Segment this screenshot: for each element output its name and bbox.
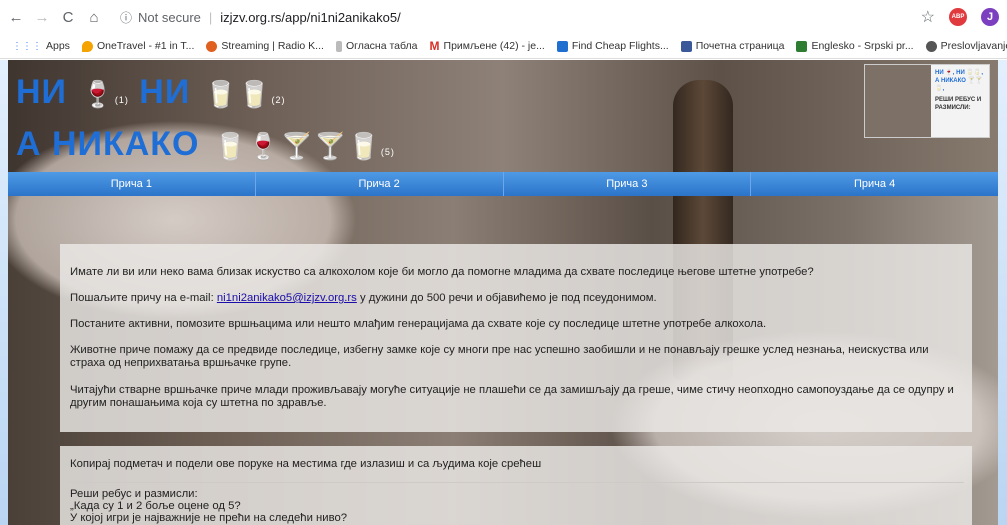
address-separator: | bbox=[208, 9, 213, 25]
bookmark-gmail[interactable]: M Примљене (42) - je... bbox=[430, 39, 545, 53]
bookmarks-bar: ⋮⋮⋮ Apps OneTravel - #1 in T... Streamin… bbox=[0, 34, 1007, 59]
bookmark-label: OneTravel - #1 in T... bbox=[96, 40, 195, 52]
story-nav: Прича 1 Прича 2 Прича 3 Прича 4 bbox=[8, 172, 998, 196]
intro-paragraph-5: Читајући стварне вршњачке приче млади пр… bbox=[70, 384, 954, 409]
intro-paragraph-1: Имате ли ви или неко вама близак искуств… bbox=[70, 266, 814, 278]
poster-title-line1: НИ 🍷, НИ 🥛🥛, bbox=[935, 70, 984, 76]
url-text[interactable]: izjzv.org.rs/app/ni1ni2anikako5/ bbox=[220, 10, 400, 25]
browser-chrome: ← → C ⌂ ⓘ Not secure | izjzv.org.rs/app/… bbox=[0, 0, 1007, 60]
tab-story-3[interactable]: Прича 3 bbox=[504, 172, 752, 196]
bookmark-preslovljavanje[interactable]: Preslovljavanje - Lat... bbox=[925, 40, 1007, 52]
bookmark-facebook[interactable]: Почетна страница bbox=[680, 40, 785, 52]
bookmark-star-icon[interactable]: ☆ bbox=[921, 7, 935, 27]
email-prompt-text: Пошаљите причу на e-mail: bbox=[70, 292, 217, 304]
poster-photo bbox=[865, 65, 931, 137]
bookmark-label: Почетна страница bbox=[695, 40, 785, 52]
location-pin-icon bbox=[81, 40, 93, 52]
mixed-glasses-icon: 🥛🍷🍸🍸🥛 bbox=[213, 131, 381, 161]
facebook-icon bbox=[680, 40, 692, 52]
intro-paragraph-3: Постаните активни, помозите вршњацима ил… bbox=[70, 318, 767, 330]
reload-icon[interactable]: C bbox=[58, 7, 78, 27]
gmail-icon: M bbox=[429, 39, 440, 53]
back-icon[interactable]: ← bbox=[6, 7, 26, 27]
logo-word-ni-2: НИ bbox=[139, 73, 191, 111]
wine-glass-icon: 🍷 bbox=[81, 79, 115, 109]
bookmark-englesko-srpski[interactable]: Englesko - Srpski pr... bbox=[796, 40, 914, 52]
tab-story-4[interactable]: Прича 4 bbox=[751, 172, 998, 196]
rebus-divider bbox=[68, 482, 964, 483]
intro-paragraph-2: Пошаљите причу на e-mail: ni1ni2anikako5… bbox=[70, 292, 964, 305]
rebus-line-2: „Када су 1 и 2 боље оцене од 5? bbox=[70, 500, 241, 512]
poster-title-line2: А НИКАКО 🍸🍸🥛, bbox=[935, 78, 983, 92]
logo-number-2: (2) bbox=[271, 95, 286, 105]
logo-number-1: (1) bbox=[114, 95, 129, 105]
address-bar[interactable]: ⓘ Not secure | izjzv.org.rs/app/ni1ni2an… bbox=[120, 5, 880, 29]
intro-paragraph-4: Животне приче помажу да се предвиде посл… bbox=[70, 344, 929, 369]
flights-icon bbox=[556, 40, 568, 52]
bookmark-oglasna-tabla[interactable]: Огласна табла bbox=[335, 40, 418, 52]
site-logo[interactable]: НИ 🍷(1) НИ 🥛🥛(2) А НИКАКО 🥛🍷🍸🍸🥛(5) bbox=[16, 70, 395, 174]
forward-icon[interactable]: → bbox=[32, 7, 52, 27]
info-icon[interactable]: ⓘ bbox=[120, 9, 132, 26]
profile-avatar[interactable]: J bbox=[981, 8, 999, 26]
intro-panel: Имате ли ви или неко вама близак искуств… bbox=[60, 244, 972, 432]
email-prompt-suffix: у дужини до 500 речи и објавићемо је под… bbox=[356, 292, 657, 304]
home-icon[interactable]: ⌂ bbox=[84, 7, 104, 27]
poster-subtitle: РЕШИ РЕБУС И РАЗМИСЛИ: bbox=[935, 97, 982, 111]
rebus-panel: Копирај подметач и подели ове поруке на … bbox=[60, 446, 972, 525]
rebus-line-1: Реши ребус и размисли: bbox=[70, 488, 198, 500]
bookmark-label: Огласна табла bbox=[345, 40, 418, 52]
security-label: Not secure bbox=[138, 9, 201, 25]
adblock-icon[interactable]: ABP bbox=[949, 8, 967, 26]
bookmark-label: Englesko - Srpski pr... bbox=[811, 40, 914, 52]
rebus-line-3: У којој игри је најважније не прећи на с… bbox=[70, 512, 348, 524]
dictionary-icon bbox=[796, 40, 808, 52]
logo-word-ni-1: НИ bbox=[16, 73, 67, 111]
apps-grid-icon: ⋮⋮⋮ bbox=[12, 40, 42, 52]
globe-icon bbox=[925, 40, 937, 52]
logo-number-5: (5) bbox=[380, 147, 395, 157]
tab-story-1[interactable]: Прича 1 bbox=[8, 172, 256, 196]
poster-thumbnail[interactable]: НИ 🍷, НИ 🥛🥛, А НИКАКО 🍸🍸🥛, РЕШИ РЕБУС И … bbox=[864, 64, 990, 138]
bookmark-label: Apps bbox=[46, 40, 70, 52]
bookmark-label: Preslovljavanje - Lat... bbox=[940, 40, 1007, 52]
rebus-heading: Копирај подметач и подели ове поруке на … bbox=[70, 458, 542, 470]
beer-glasses-icon: 🥛🥛 bbox=[204, 79, 272, 109]
bookmark-cheap-flights[interactable]: Find Cheap Flights... bbox=[556, 40, 669, 52]
bookmark-apps[interactable]: ⋮⋮⋮ Apps bbox=[12, 40, 70, 52]
webpage: НИ 🍷(1) НИ 🥛🥛(2) А НИКАКО 🥛🍷🍸🍸🥛(5) НИ 🍷,… bbox=[8, 60, 998, 525]
bookmark-streaming[interactable]: Streaming | Radio K... bbox=[206, 40, 324, 52]
logo-word-anikako: А НИКАКО bbox=[16, 125, 200, 163]
email-link[interactable]: ni1ni2anikako5@izjzv.org.rs bbox=[217, 292, 357, 304]
bookmark-onetravel[interactable]: OneTravel - #1 in T... bbox=[81, 40, 195, 52]
bookmark-label: Find Cheap Flights... bbox=[571, 40, 669, 52]
tab-story-2[interactable]: Прича 2 bbox=[256, 172, 504, 196]
browser-right-icons: ☆ ABP J bbox=[921, 7, 999, 27]
bookmark-label: Streaming | Radio K... bbox=[221, 40, 324, 52]
bookmark-label: Примљене (42) - je... bbox=[443, 40, 545, 52]
board-icon bbox=[335, 40, 342, 52]
radio-icon bbox=[206, 40, 218, 52]
